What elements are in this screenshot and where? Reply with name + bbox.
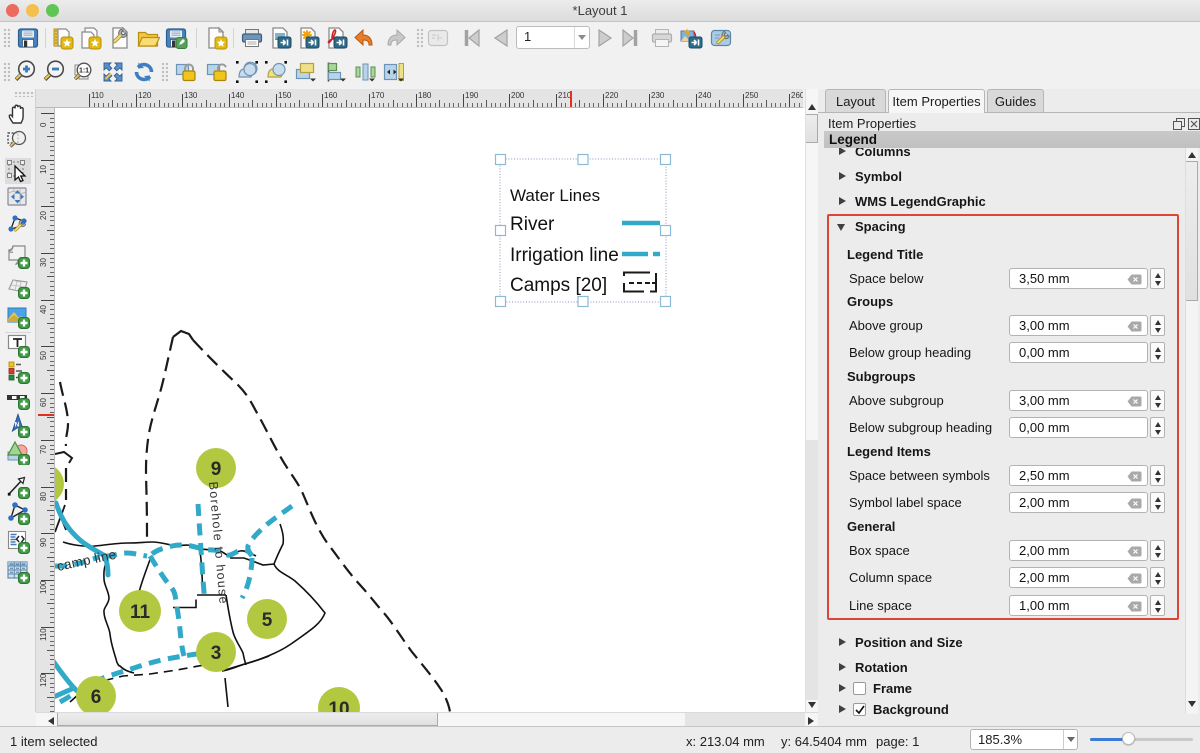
- svg-text:3: 3: [211, 643, 222, 664]
- svg-text:Irrigation line: Irrigation line: [510, 245, 619, 266]
- svg-text:1:1: 1:1: [79, 68, 89, 75]
- svg-text:10: 10: [328, 699, 349, 712]
- svg-text:6: 6: [91, 687, 102, 708]
- svg-text:Camps [20]: Camps [20]: [510, 275, 607, 296]
- svg-text:Borehole to house: Borehole to house: [206, 481, 231, 605]
- svg-text:Water Lines: Water Lines: [510, 186, 600, 205]
- svg-text:9: 9: [211, 459, 222, 480]
- svg-text:River: River: [510, 214, 555, 235]
- svg-text:5: 5: [262, 610, 273, 631]
- svg-text:11: 11: [130, 602, 151, 623]
